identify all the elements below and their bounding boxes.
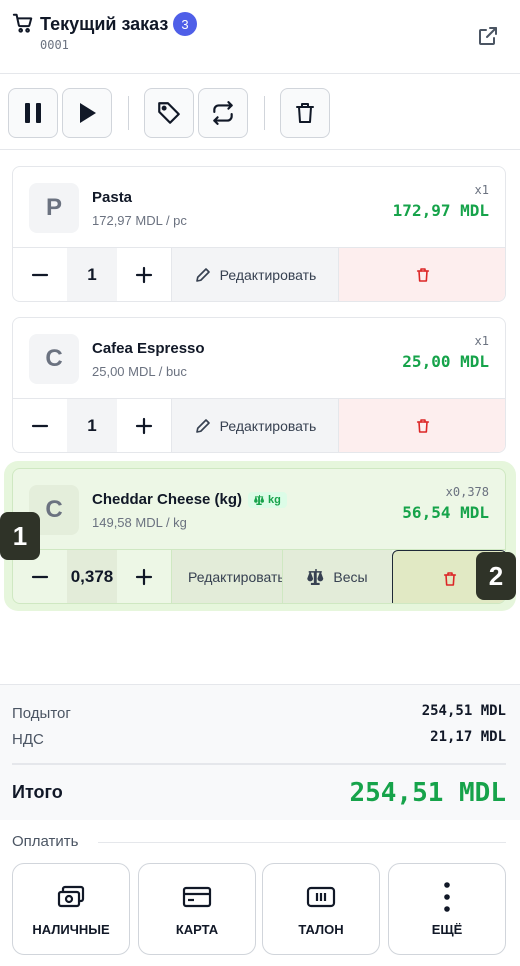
plus-icon bbox=[135, 266, 153, 284]
quantity-value[interactable]: 0,378 bbox=[67, 550, 117, 603]
totals-divider bbox=[12, 763, 506, 765]
edit-label: Редактировать bbox=[219, 418, 317, 434]
item-quantity-tag: x1 bbox=[474, 334, 489, 348]
page-title: Текущий заказ bbox=[40, 14, 169, 34]
pay-cash-label: НАЛИЧНЫЕ bbox=[32, 922, 110, 937]
pencil-icon bbox=[195, 268, 210, 282]
pause-button[interactable] bbox=[8, 88, 58, 138]
item-actions: 0,378 Редактировать Весы bbox=[13, 549, 505, 603]
decrease-quantity-button[interactable] bbox=[13, 399, 67, 452]
item-name: Cafea Espresso bbox=[92, 340, 205, 357]
pencil-icon bbox=[195, 419, 210, 433]
item-actions: 1 Редактировать bbox=[13, 398, 505, 452]
item-name: Pasta bbox=[92, 189, 133, 206]
delete-item-button[interactable] bbox=[338, 399, 505, 452]
increase-quantity-button[interactable] bbox=[117, 399, 171, 452]
edit-item-button[interactable]: Редактировать bbox=[171, 550, 282, 603]
item-quantity-tag: x0,378 bbox=[445, 485, 489, 499]
marker-badge-2: 2 bbox=[476, 552, 516, 600]
trash-icon bbox=[416, 268, 430, 282]
increase-quantity-button[interactable] bbox=[117, 248, 171, 301]
item-unit-price: 172,97 MDL / pc bbox=[92, 213, 187, 228]
trash-icon bbox=[443, 572, 456, 586]
pay-card-label: КАРТА bbox=[175, 922, 219, 937]
item-line-total: 56,54 MDL bbox=[402, 503, 489, 522]
cash-icon bbox=[57, 885, 85, 908]
marker-badge-1: 1 bbox=[0, 512, 40, 560]
scale-label: Весы bbox=[333, 569, 368, 585]
order-header: Текущий заказ 3 0001 bbox=[0, 0, 520, 74]
grand-total-value: 254,51 MDL bbox=[349, 778, 506, 808]
trash-icon bbox=[416, 419, 430, 433]
pay-voucher-label: ТАЛОН bbox=[298, 922, 344, 937]
item-name-text: Cheddar Cheese (kg) bbox=[92, 491, 243, 508]
item-count-badge: 3 bbox=[173, 12, 197, 36]
weighted-item-unit: kg bbox=[268, 494, 281, 507]
card-icon bbox=[182, 886, 212, 908]
pay-cash-button[interactable]: НАЛИЧНЫЕ bbox=[12, 863, 130, 955]
subtotal-value: 254,51 MDL bbox=[421, 703, 506, 719]
weigh-item-button[interactable]: Весы bbox=[282, 550, 392, 603]
play-icon bbox=[80, 103, 96, 123]
pay-more-label: ЕЩЁ bbox=[431, 922, 463, 937]
item-unit-price: 149,58 MDL / kg bbox=[92, 515, 187, 530]
voucher-icon bbox=[306, 886, 336, 908]
item-unit-price: 25,00 MDL / buc bbox=[92, 364, 187, 379]
item-avatar: C bbox=[29, 334, 79, 384]
edit-label: Редактировать bbox=[188, 569, 282, 585]
increase-quantity-button[interactable] bbox=[117, 550, 171, 603]
edit-label: Редактировать bbox=[219, 267, 317, 283]
grand-total-label: Итого bbox=[12, 782, 63, 802]
more-icon bbox=[444, 882, 450, 912]
minus-icon bbox=[31, 424, 49, 428]
order-number: 0001 bbox=[40, 38, 69, 52]
order-item[interactable]: C Cafea Espresso 25,00 MDL / buc x1 25,0… bbox=[12, 317, 506, 453]
quantity-value[interactable]: 1 bbox=[67, 399, 117, 452]
minus-icon bbox=[31, 273, 49, 277]
open-external-icon[interactable] bbox=[476, 24, 500, 48]
tag-icon bbox=[158, 102, 180, 124]
pay-divider bbox=[98, 842, 506, 843]
plus-icon bbox=[135, 568, 153, 586]
discount-tag-button[interactable] bbox=[144, 88, 194, 138]
scale-icon bbox=[254, 495, 265, 506]
cart-icon bbox=[12, 13, 33, 33]
order-item-selected[interactable]: C Cheddar Cheese (kg) kg 149,58 MDL / kg … bbox=[12, 468, 506, 604]
play-button[interactable] bbox=[62, 88, 112, 138]
delete-item-button[interactable] bbox=[338, 248, 505, 301]
vat-value: 21,17 MDL bbox=[430, 729, 506, 745]
item-line-total: 25,00 MDL bbox=[402, 352, 489, 371]
plus-icon bbox=[135, 417, 153, 435]
trash-icon bbox=[296, 103, 314, 123]
item-name: Cheddar Cheese (kg) kg bbox=[92, 491, 287, 509]
vat-label: НДС bbox=[12, 731, 44, 748]
quantity-value[interactable]: 1 bbox=[67, 248, 117, 301]
scale-icon bbox=[307, 569, 324, 585]
pay-more-button[interactable]: ЕЩЁ bbox=[388, 863, 506, 955]
item-avatar: P bbox=[29, 183, 79, 233]
order-totals: Подытог 254,51 MDL НДС 21,17 MDL Итого 2… bbox=[0, 684, 520, 820]
toolbar-divider bbox=[264, 96, 265, 130]
subtotal-label: Подытог bbox=[12, 705, 71, 722]
item-quantity-tag: x1 bbox=[474, 183, 489, 197]
toolbar-divider bbox=[128, 96, 129, 130]
decrease-quantity-button[interactable] bbox=[13, 248, 67, 301]
clear-order-button[interactable] bbox=[280, 88, 330, 138]
pay-voucher-button[interactable]: ТАЛОН bbox=[262, 863, 380, 955]
transfer-button[interactable] bbox=[198, 88, 248, 138]
edit-item-button[interactable]: Редактировать bbox=[171, 248, 338, 301]
pay-section-label: Оплатить bbox=[12, 833, 79, 850]
pause-icon bbox=[25, 103, 41, 123]
item-line-total: 172,97 MDL bbox=[392, 201, 489, 220]
order-item[interactable]: P Pasta 172,97 MDL / pc x1 172,97 MDL 1 … bbox=[12, 166, 506, 302]
weighted-item-tag: kg bbox=[248, 492, 287, 509]
edit-item-button[interactable]: Редактировать bbox=[171, 399, 338, 452]
order-toolbar bbox=[0, 74, 520, 150]
item-actions: 1 Редактировать bbox=[13, 247, 505, 301]
pay-card-button[interactable]: КАРТА bbox=[138, 863, 256, 955]
minus-icon bbox=[31, 575, 49, 579]
swap-arrows-icon bbox=[213, 101, 233, 125]
